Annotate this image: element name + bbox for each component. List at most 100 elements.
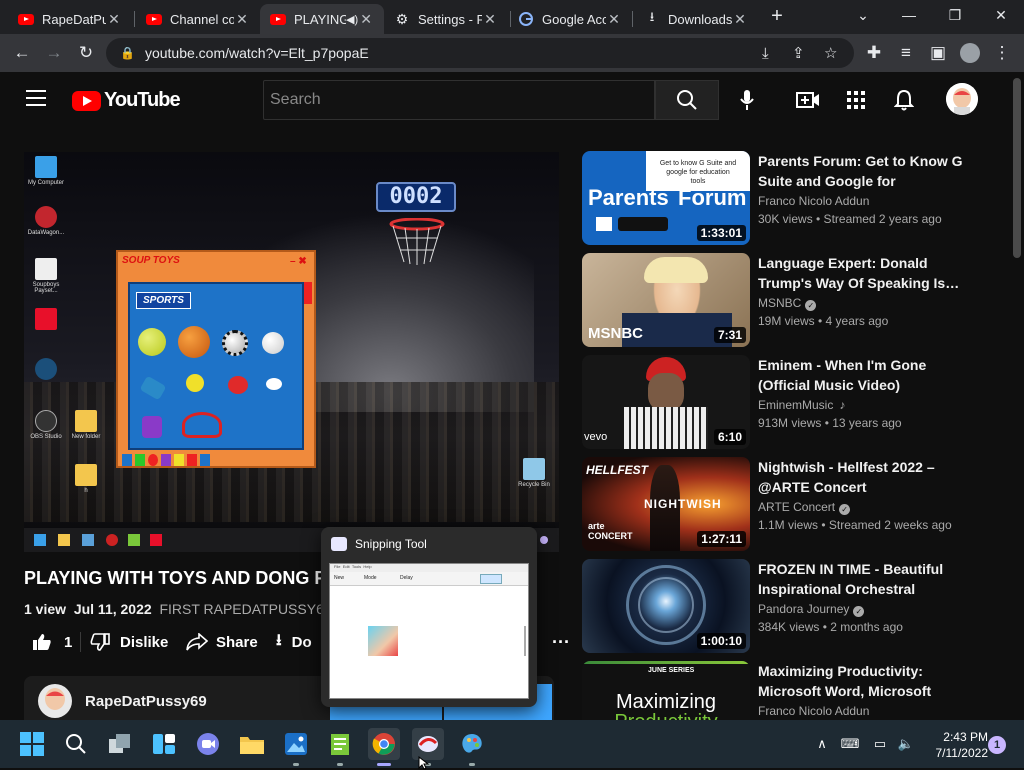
- channel-name[interactable]: RapeDatPussy69: [85, 693, 207, 710]
- scrollbar-thumb[interactable]: [1013, 78, 1021, 258]
- menu-icon[interactable]: [26, 90, 46, 106]
- create-video-icon[interactable]: [794, 86, 822, 114]
- lock-icon[interactable]: 🔒: [120, 46, 135, 60]
- recommendation-item[interactable]: MSNBC 7:31 Language Expert: Donald Trump…: [582, 253, 1002, 347]
- snipping-tool-preview[interactable]: Snipping Tool File Edit Tools Help New M…: [321, 527, 537, 707]
- address-bar[interactable]: 🔒 youtube.com/watch?v=Elt_p7popaE ⤓ ⇪ ☆: [106, 38, 854, 68]
- notepad-app-icon[interactable]: [324, 728, 356, 760]
- chrome-menu-icon[interactable]: ⋮: [988, 34, 1016, 72]
- tab-settings[interactable]: ⚙ Settings - Profile ✕: [384, 4, 508, 34]
- network-icon[interactable]: ▭: [870, 734, 890, 754]
- close-tab-icon[interactable]: ✕: [234, 11, 250, 28]
- recommendation-thumbnail[interactable]: JUNE SERIES Maximizing Productivity: [582, 661, 750, 720]
- recommendation-thumbnail[interactable]: vevo 6:10: [582, 355, 750, 449]
- channel-avatar[interactable]: [38, 684, 72, 718]
- close-tab-icon[interactable]: ✕: [482, 11, 498, 28]
- tab-search-icon[interactable]: ⌄: [840, 0, 886, 30]
- taskbar-search-icon[interactable]: [60, 728, 92, 760]
- tab-rapedatpussy69[interactable]: RapeDatPussy69 ✕: [8, 4, 132, 34]
- recommendation-item[interactable]: JUNE SERIES Maximizing Productivity Maxi…: [582, 661, 1002, 720]
- task-view-icon[interactable]: [104, 728, 136, 760]
- download-label: Do: [291, 633, 312, 651]
- chrome-app-icon[interactable]: [368, 728, 400, 760]
- recommendation-channel[interactable]: MSNBC: [758, 296, 801, 310]
- like-button[interactable]: 1: [32, 628, 72, 656]
- tab-downloads[interactable]: ⭳ Downloads ✕: [634, 4, 758, 34]
- reload-icon[interactable]: ↻: [72, 34, 100, 72]
- volume-icon[interactable]: 🔈: [896, 734, 916, 754]
- more-actions-button[interactable]: ···: [552, 628, 570, 656]
- search-button[interactable]: [655, 80, 719, 120]
- close-tab-icon[interactable]: ✕: [606, 11, 622, 28]
- photos-app-icon[interactable]: [280, 728, 312, 760]
- profile-icon[interactable]: [956, 34, 984, 72]
- recommendation-channel[interactable]: ARTE Concert: [758, 500, 835, 514]
- recommendation-item[interactable]: HELLFEST NIGHTWISH arte CONCERT 1:27:11 …: [582, 457, 1002, 551]
- new-tab-button[interactable]: +: [764, 4, 790, 30]
- widgets-icon[interactable]: [148, 728, 180, 760]
- recommendation-item[interactable]: Get to know G Suite and google for educat…: [582, 151, 1002, 245]
- forward-icon[interactable]: →: [40, 34, 68, 72]
- recommendation-title[interactable]: FROZEN IN TIME - Beautiful Inspirational…: [758, 559, 968, 599]
- notification-count-badge[interactable]: 1: [988, 736, 1006, 754]
- recommendation-thumbnail[interactable]: Get to know G Suite and google for educat…: [582, 151, 750, 245]
- search-input[interactable]: Search: [263, 80, 655, 120]
- dislike-button[interactable]: Dislike: [90, 628, 168, 656]
- close-tab-icon[interactable]: ✕: [358, 11, 374, 28]
- minimize-button[interactable]: —: [886, 0, 932, 30]
- share-label: Share: [216, 633, 258, 651]
- recommendation-title[interactable]: Parents Forum: Get to Know G Suite and G…: [758, 151, 968, 191]
- tab-playing-with-toys[interactable]: PLAYING WITH TOYS ◀) ✕: [260, 4, 384, 34]
- close-tab-icon[interactable]: ✕: [732, 11, 748, 28]
- recommendation-title[interactable]: Language Expert: Donald Trump's Way Of S…: [758, 253, 968, 293]
- description-snippet[interactable]: FIRST RAPEDATPUSSY69 V: [159, 601, 344, 617]
- media-control-icon[interactable]: ≡: [892, 34, 920, 72]
- recommendation-meta: 1.1M views • Streamed 2 weeks ago: [758, 518, 952, 532]
- recommendation-thumbnail[interactable]: 1:00:10: [582, 559, 750, 653]
- snipping-tool-title: Snipping Tool: [355, 537, 427, 551]
- apps-grid-icon[interactable]: [842, 86, 870, 114]
- recommendation-thumbnail[interactable]: HELLFEST NIGHTWISH arte CONCERT 1:27:11: [582, 457, 750, 551]
- windows-start-icon[interactable]: [16, 728, 48, 760]
- share-icon[interactable]: ⇪: [792, 38, 805, 68]
- back-icon[interactable]: ←: [8, 34, 36, 72]
- keyboard-icon[interactable]: ⌨: [840, 734, 860, 754]
- recommendation-thumbnail[interactable]: MSNBC 7:31: [582, 253, 750, 347]
- notifications-bell-icon[interactable]: [890, 86, 918, 114]
- microphone-icon[interactable]: [733, 86, 761, 114]
- download-button[interactable]: ⭳ Do: [276, 628, 312, 656]
- share-button[interactable]: Share: [186, 628, 258, 656]
- toybox-pane: SPORTS: [128, 282, 304, 450]
- recommendation-title[interactable]: Maximizing Productivity: Microsoft Word,…: [758, 661, 968, 701]
- teams-chat-icon[interactable]: [192, 728, 224, 760]
- extensions-icon[interactable]: ✚: [860, 34, 888, 72]
- thumb-big-text: Productivity: [582, 711, 750, 720]
- video-player[interactable]: My Computer DataWagon... Soupboys Payset…: [24, 152, 559, 552]
- recommendation-channel[interactable]: Pandora Journey: [758, 602, 849, 616]
- restore-button[interactable]: ❐: [932, 0, 978, 30]
- bookmark-star-icon[interactable]: ☆: [824, 38, 837, 68]
- snip-scrollbar: [524, 626, 526, 656]
- youtube-logo[interactable]: YouTube: [72, 89, 181, 112]
- recommendation-item[interactable]: vevo 6:10 Eminem - When I'm Gone (Offici…: [582, 355, 1002, 449]
- show-hidden-icons-icon[interactable]: ∧: [812, 734, 832, 754]
- install-app-icon[interactable]: ⤓: [762, 38, 769, 68]
- side-panel-icon[interactable]: ▣: [924, 34, 952, 72]
- recommendation-channel[interactable]: EminemMusic: [758, 398, 833, 412]
- speaker-icon[interactable]: ◀): [346, 13, 358, 26]
- taskbar-clock[interactable]: 2:43 PM 7/11/2022: [928, 729, 989, 761]
- recommendation-title[interactable]: Nightwish - Hellfest 2022 – @ARTE Concer…: [758, 457, 968, 497]
- desktop-icon-soupboys: Soupboys Payset...: [26, 258, 66, 294]
- recommendation-title[interactable]: Eminem - When I'm Gone (Official Music V…: [758, 355, 968, 395]
- file-explorer-icon[interactable]: [236, 728, 268, 760]
- tab-channel-content[interactable]: Channel content ✕: [136, 4, 260, 34]
- recommendation-channel[interactable]: Franco Nicolo Addun: [758, 194, 869, 208]
- recommendation-item[interactable]: 1:00:10 FROZEN IN TIME - Beautiful Inspi…: [582, 559, 1002, 653]
- recommendation-channel[interactable]: Franco Nicolo Addun: [758, 704, 869, 718]
- close-tab-icon[interactable]: ✕: [106, 11, 122, 28]
- close-window-button[interactable]: ✕: [978, 0, 1024, 30]
- photos-icon: [82, 534, 94, 546]
- paint-app-icon[interactable]: [456, 728, 488, 760]
- tab-google-account[interactable]: Google Account ✕: [508, 4, 632, 34]
- account-avatar[interactable]: [946, 83, 978, 115]
